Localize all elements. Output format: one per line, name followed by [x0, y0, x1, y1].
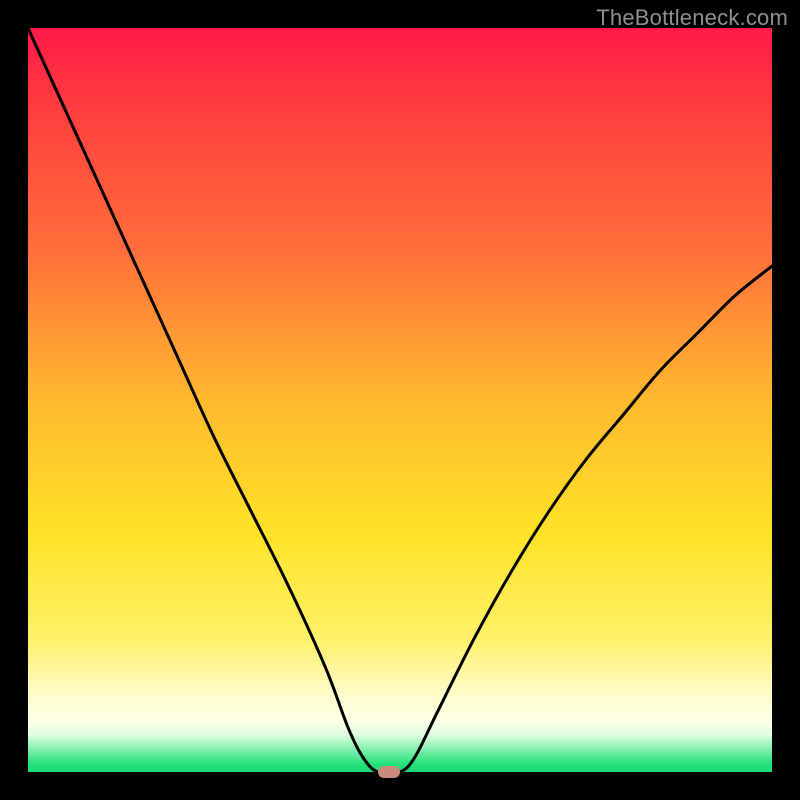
bottleneck-curve: [28, 28, 772, 772]
curve-path: [28, 28, 772, 772]
chart-frame: TheBottleneck.com: [0, 0, 800, 800]
plot-area: [28, 28, 772, 772]
watermark-text: TheBottleneck.com: [596, 5, 788, 31]
minimum-marker: [378, 766, 400, 778]
